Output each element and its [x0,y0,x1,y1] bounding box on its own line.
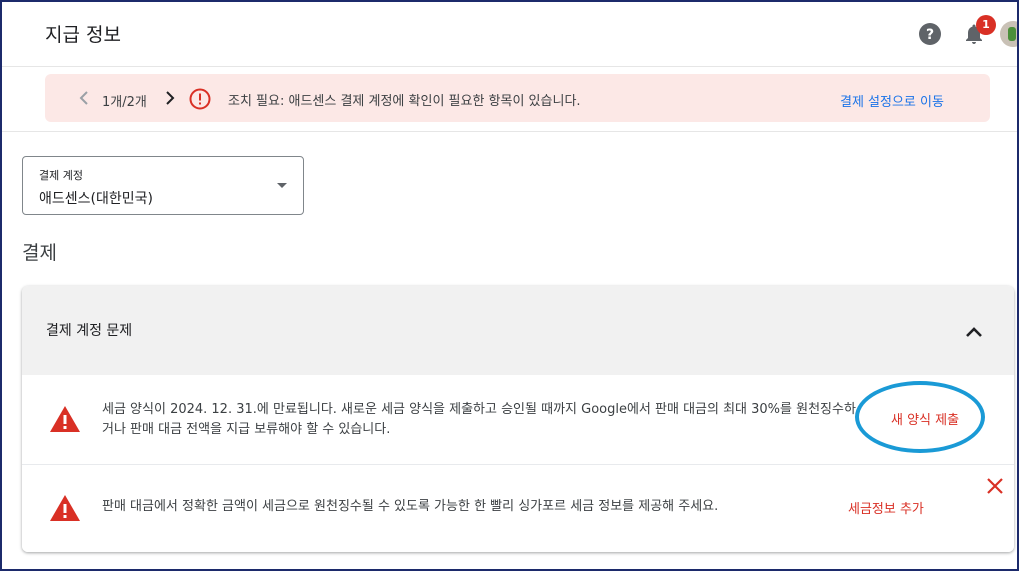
payment-account-select[interactable]: 결제 계정 애드센스(대한민국) [22,156,304,215]
divider [2,131,1017,132]
issue-row: 세금 양식이 2024. 12. 31.에 만료됩니다. 새로운 세금 양식을 … [22,376,1014,465]
submit-new-form-link[interactable]: 새 양식 제출 [891,409,959,428]
section-heading: 결제 [22,242,57,264]
chevron-right-icon[interactable] [160,87,180,109]
notification-badge: 1 [976,15,996,35]
alert-circle-icon [189,88,211,110]
banner-message: 조치 필요: 애드센스 결제 계정에 확인이 필요한 항목이 있습니다. [228,94,581,109]
add-tax-info-link[interactable]: 세금정보 추가 [848,498,924,517]
chevron-left-icon[interactable] [74,87,94,109]
chevron-up-icon[interactable] [962,320,986,344]
dropdown-arrow-icon [277,183,287,188]
avatar[interactable] [1000,21,1017,47]
close-icon[interactable] [984,475,1006,497]
warning-triangle-icon [50,406,80,432]
issue-text: 판매 대금에서 정확한 금액이 세금으로 원천징수될 수 있도록 가능한 한 빨… [102,499,719,514]
card-header[interactable]: 결제 계정 문제 [22,286,1014,375]
top-header: 지급 정보 ? 1 [2,2,1017,67]
banner-pager: 1개/2개 [102,95,147,110]
page-title: 지급 정보 [45,24,121,46]
help-icon[interactable]: ? [918,22,942,46]
svg-text:?: ? [926,27,934,43]
warning-triangle-icon [50,495,80,521]
payment-issues-card: 결제 계정 문제 세금 양식이 2024. 12. 31.에 만료됩니다. 새로… [22,286,1014,552]
card-title: 결제 계정 문제 [46,323,133,339]
issue-text: 세금 양식이 2024. 12. 31.에 만료됩니다. 새로운 세금 양식을 … [102,402,856,437]
app-frame: 지급 정보 ? 1 1개/2개 조치 필요: 애드센스 결제 계정에 확인이 필… [0,0,1019,571]
go-to-payment-settings-link[interactable]: 결제 설정으로 이동 [840,91,944,110]
select-label: 결제 계정 [39,169,83,182]
issue-row: 판매 대금에서 정확한 금액이 세금으로 원천징수될 수 있도록 가능한 한 빨… [22,465,1014,552]
select-value: 애드센스(대한민국) [39,191,153,207]
